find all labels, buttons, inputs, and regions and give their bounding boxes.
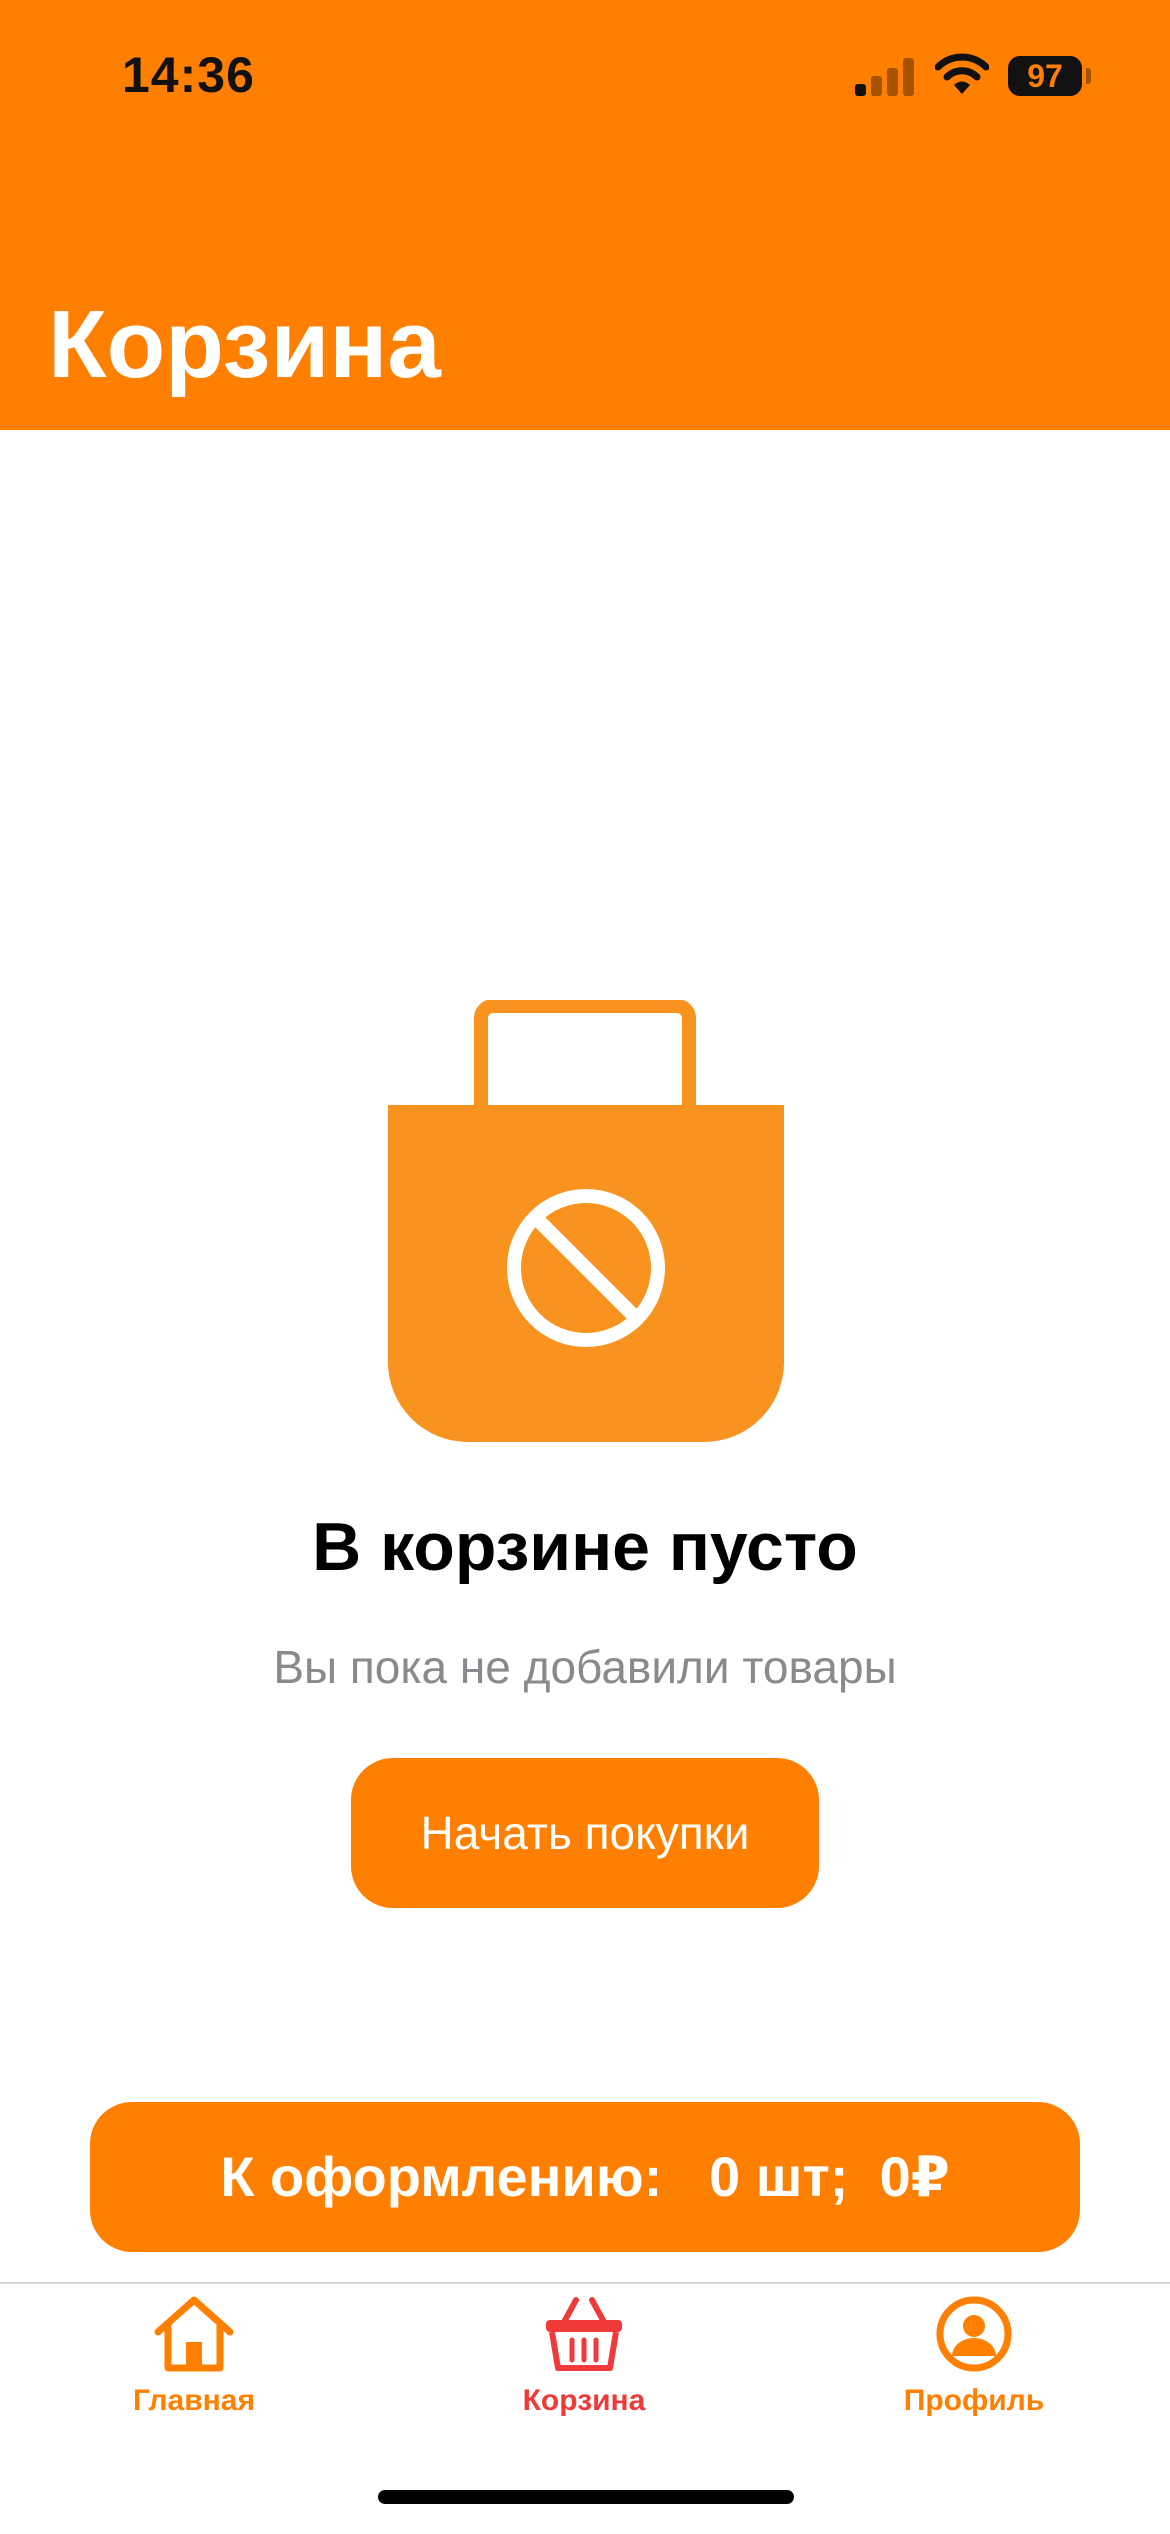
header-bar: 14:36 97 Корзина — [0, 0, 1170, 430]
profile-icon — [936, 2296, 1012, 2372]
home-indicator — [378, 2490, 794, 2504]
battery-icon: 97 — [1008, 56, 1082, 96]
page-title: Корзина — [48, 291, 441, 398]
status-time: 14:36 — [122, 47, 255, 103]
wifi-icon — [935, 53, 989, 94]
checkout-button[interactable]: К оформлению: 0 шт; 0₽ — [90, 2102, 1080, 2252]
tab-cart[interactable]: Корзина — [454, 2294, 714, 2444]
empty-bag-icon — [388, 1000, 784, 1442]
empty-cart-title: В корзине пусто — [312, 1509, 858, 1585]
tab-profile[interactable]: Профиль — [844, 2294, 1104, 2444]
cellular-signal-icon — [855, 56, 915, 96]
basket-icon — [546, 2297, 622, 2371]
battery-tip — [1086, 68, 1091, 84]
tab-home[interactable]: Главная — [64, 2294, 324, 2444]
tab-cart-label: Корзина — [522, 2384, 646, 2417]
empty-cart-subtitle: Вы пока не добавили товары — [273, 1641, 897, 1693]
tab-home-label: Главная — [132, 2384, 255, 2417]
home-icon — [154, 2296, 234, 2372]
tab-profile-label: Профиль — [903, 2384, 1045, 2417]
start-shopping-button[interactable]: Начать покупки — [351, 1758, 819, 1908]
